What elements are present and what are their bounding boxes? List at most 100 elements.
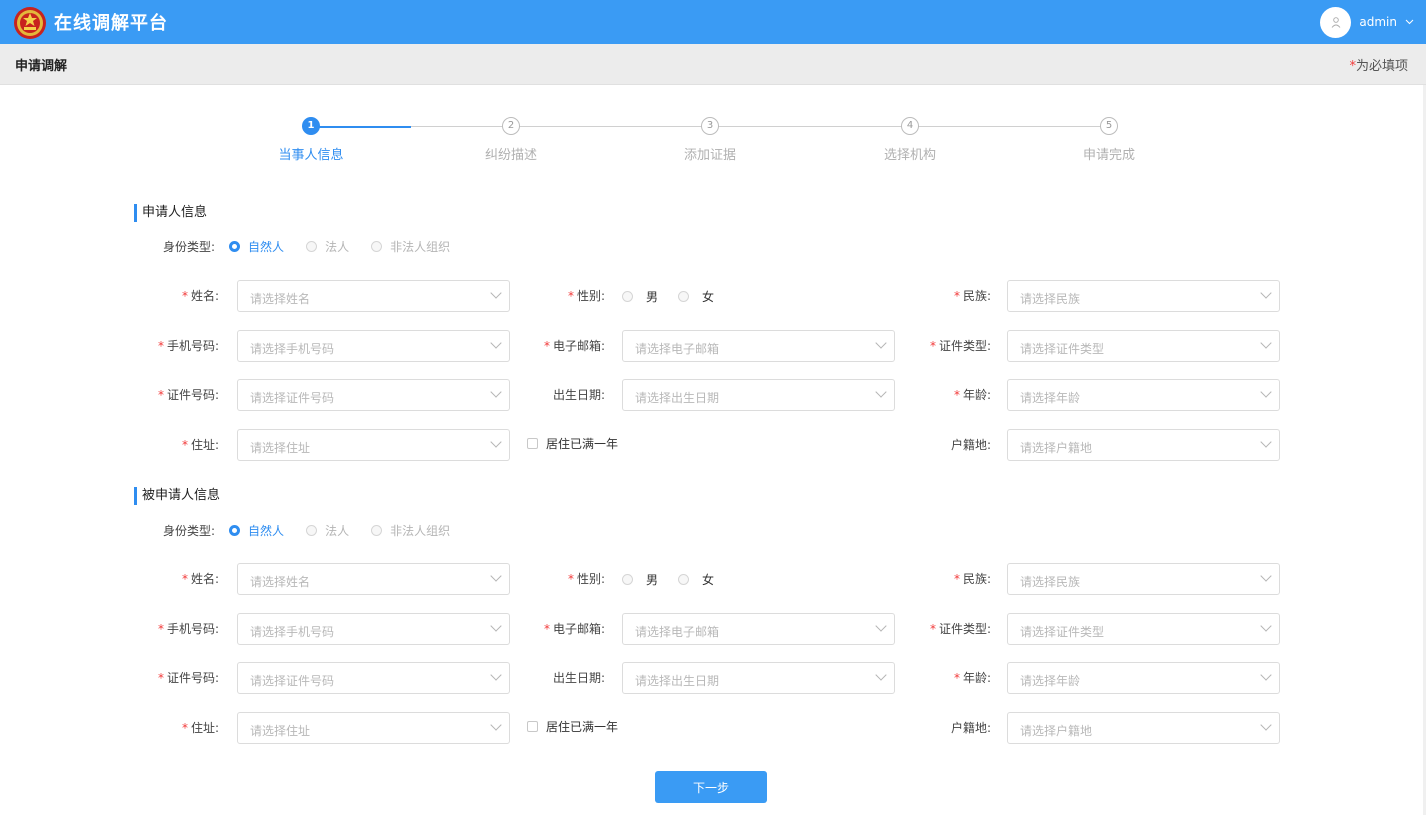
applicant-email-select[interactable]: 请选择电子邮箱 (622, 330, 895, 362)
placeholder: 请选择证件类型 (1020, 625, 1105, 639)
applicant-address-select[interactable]: 请选择住址 (237, 429, 510, 461)
username[interactable]: admin (1359, 15, 1397, 29)
id-type-legal-person[interactable]: 法人 (306, 522, 349, 539)
checkbox-icon (527, 437, 538, 449)
id-type-natural-person[interactable]: 自然人 (229, 238, 284, 255)
placeholder: 请选择手机号码 (250, 625, 335, 639)
respondent-email-select[interactable]: 请选择电子邮箱 (622, 613, 895, 645)
id-type-legal-person[interactable]: 法人 (306, 238, 349, 255)
chevron-down-icon (1260, 287, 1272, 299)
id-type-natural-person[interactable]: 自然人 (229, 522, 284, 539)
radio-label: 女 (702, 289, 715, 304)
respondent-hukou-select[interactable]: 请选择户籍地 (1007, 712, 1280, 744)
radio-label: 非法人组织 (390, 239, 451, 254)
gender-male-radio[interactable]: 男 (622, 571, 658, 588)
radio-icon (622, 573, 633, 585)
applicant-idtype-select[interactable]: 请选择证件类型 (1007, 330, 1280, 362)
respondent-age-label: * 年龄: (876, 662, 991, 694)
radio-label: 法人 (325, 239, 350, 254)
chevron-down-icon[interactable] (1405, 19, 1414, 25)
applicant-hukou-select[interactable]: 请选择户籍地 (1007, 429, 1280, 461)
user-menu[interactable]: admin (1320, 6, 1414, 38)
applicant-idtype-label: * 证件类型: (876, 330, 991, 362)
respondent-id-type-row: 身份类型: 自然人 法人 非法人组织 (163, 522, 472, 538)
id-type-unincorporated-org[interactable]: 非法人组织 (371, 522, 450, 539)
step-label: 选择机构 (883, 148, 936, 163)
radio-label: 男 (646, 572, 659, 587)
applicant-birth-label: 出生日期: (490, 379, 605, 411)
step-2: 2 纠纷描述 (451, 117, 571, 163)
chevron-down-icon (1260, 719, 1272, 731)
applicant-ethnicity-select[interactable]: 请选择民族 (1007, 280, 1280, 312)
next-step-button[interactable]: 下一步 (655, 771, 767, 803)
required-mark: * (953, 388, 960, 402)
applicant-ethnicity-label: * 民族: (876, 280, 991, 312)
step-number: 5 (1100, 117, 1118, 135)
respondent-name-select[interactable]: 请选择姓名 (237, 563, 510, 595)
court-emblem-icon (14, 7, 46, 39)
applicant-age-label: * 年龄: (876, 379, 991, 411)
placeholder: 请选择户籍地 (1020, 724, 1093, 738)
required-mark: * (953, 671, 960, 685)
page-title: 申请调解 (15, 59, 68, 74)
field-label: 户籍地: (950, 438, 991, 452)
respondent-age-select[interactable]: 请选择年龄 (1007, 662, 1280, 694)
placeholder: 请选择电子邮箱 (635, 342, 720, 356)
respondent-address-select[interactable]: 请选择住址 (237, 712, 510, 744)
gender-female-radio[interactable]: 女 (678, 571, 714, 588)
applicant-gender-group: 男 女 (622, 280, 734, 312)
placeholder: 请选择户籍地 (1020, 441, 1093, 455)
applicant-section-title: 申请人信息 (134, 204, 207, 222)
placeholder: 请选择姓名 (250, 292, 311, 306)
placeholder: 请选择年龄 (1020, 674, 1081, 688)
required-mark: * (567, 289, 574, 303)
placeholder: 请选择电子邮箱 (635, 625, 720, 639)
field-label: 出生日期: (552, 388, 605, 402)
radio-label: 自然人 (248, 239, 285, 254)
radio-label: 非法人组织 (390, 523, 451, 538)
applicant-residence-checkbox[interactable]: 居住已满一年 (527, 435, 618, 451)
respondent-idnum-select[interactable]: 请选择证件号码 (237, 662, 510, 694)
respondent-address-label: * 住址: (104, 712, 219, 744)
respondent-residence-checkbox[interactable]: 居住已满一年 (527, 718, 618, 734)
applicant-phone-label: * 手机号码: (104, 330, 219, 362)
respondent-ethnicity-select[interactable]: 请选择民族 (1007, 563, 1280, 595)
applicant-phone-select[interactable]: 请选择手机号码 (237, 330, 510, 362)
step-4: 4 选择机构 (850, 117, 970, 163)
applicant-birth-select[interactable]: 请选择出生日期 (622, 379, 895, 411)
radio-icon (622, 290, 633, 302)
required-note-text: 为必填项 (1355, 59, 1408, 74)
field-label: 户籍地: (950, 721, 991, 735)
respondent-phone-select[interactable]: 请选择手机号码 (237, 613, 510, 645)
applicant-idnum-select[interactable]: 请选择证件号码 (237, 379, 510, 411)
applicant-name-select[interactable]: 请选择姓名 (237, 280, 510, 312)
step-label: 申请完成 (1082, 148, 1135, 163)
checkbox-icon (527, 720, 538, 732)
applicant-address-label: * 住址: (104, 429, 219, 461)
required-mark: * (181, 438, 188, 452)
respondent-section-title: 被申请人信息 (134, 487, 220, 505)
required-mark: * (953, 572, 960, 586)
step-label: 添加证据 (683, 148, 736, 163)
applicant-id-type-row: 身份类型: 自然人 法人 非法人组织 (163, 238, 472, 254)
step-number: 2 (502, 117, 520, 135)
gender-female-radio[interactable]: 女 (678, 288, 714, 305)
placeholder: 请选择出生日期 (635, 391, 720, 405)
step-3: 3 添加证据 (650, 117, 770, 163)
id-type-unincorporated-org[interactable]: 非法人组织 (371, 238, 450, 255)
respondent-idtype-select[interactable]: 请选择证件类型 (1007, 613, 1280, 645)
required-mark: * (543, 622, 550, 636)
respondent-idtype-label: * 证件类型: (876, 613, 991, 645)
user-icon[interactable] (1320, 6, 1352, 38)
step-label: 纠纷描述 (484, 148, 537, 163)
placeholder: 请选择证件类型 (1020, 342, 1105, 356)
radio-label: 法人 (325, 523, 350, 538)
required-mark: * (929, 339, 936, 353)
respondent-birth-select[interactable]: 请选择出生日期 (622, 662, 895, 694)
radio-icon (306, 240, 318, 252)
required-mark: * (157, 671, 164, 685)
chevron-down-icon (490, 436, 502, 448)
applicant-age-select[interactable]: 请选择年龄 (1007, 379, 1280, 411)
gender-male-radio[interactable]: 男 (622, 288, 658, 305)
chevron-down-icon (1260, 570, 1272, 582)
